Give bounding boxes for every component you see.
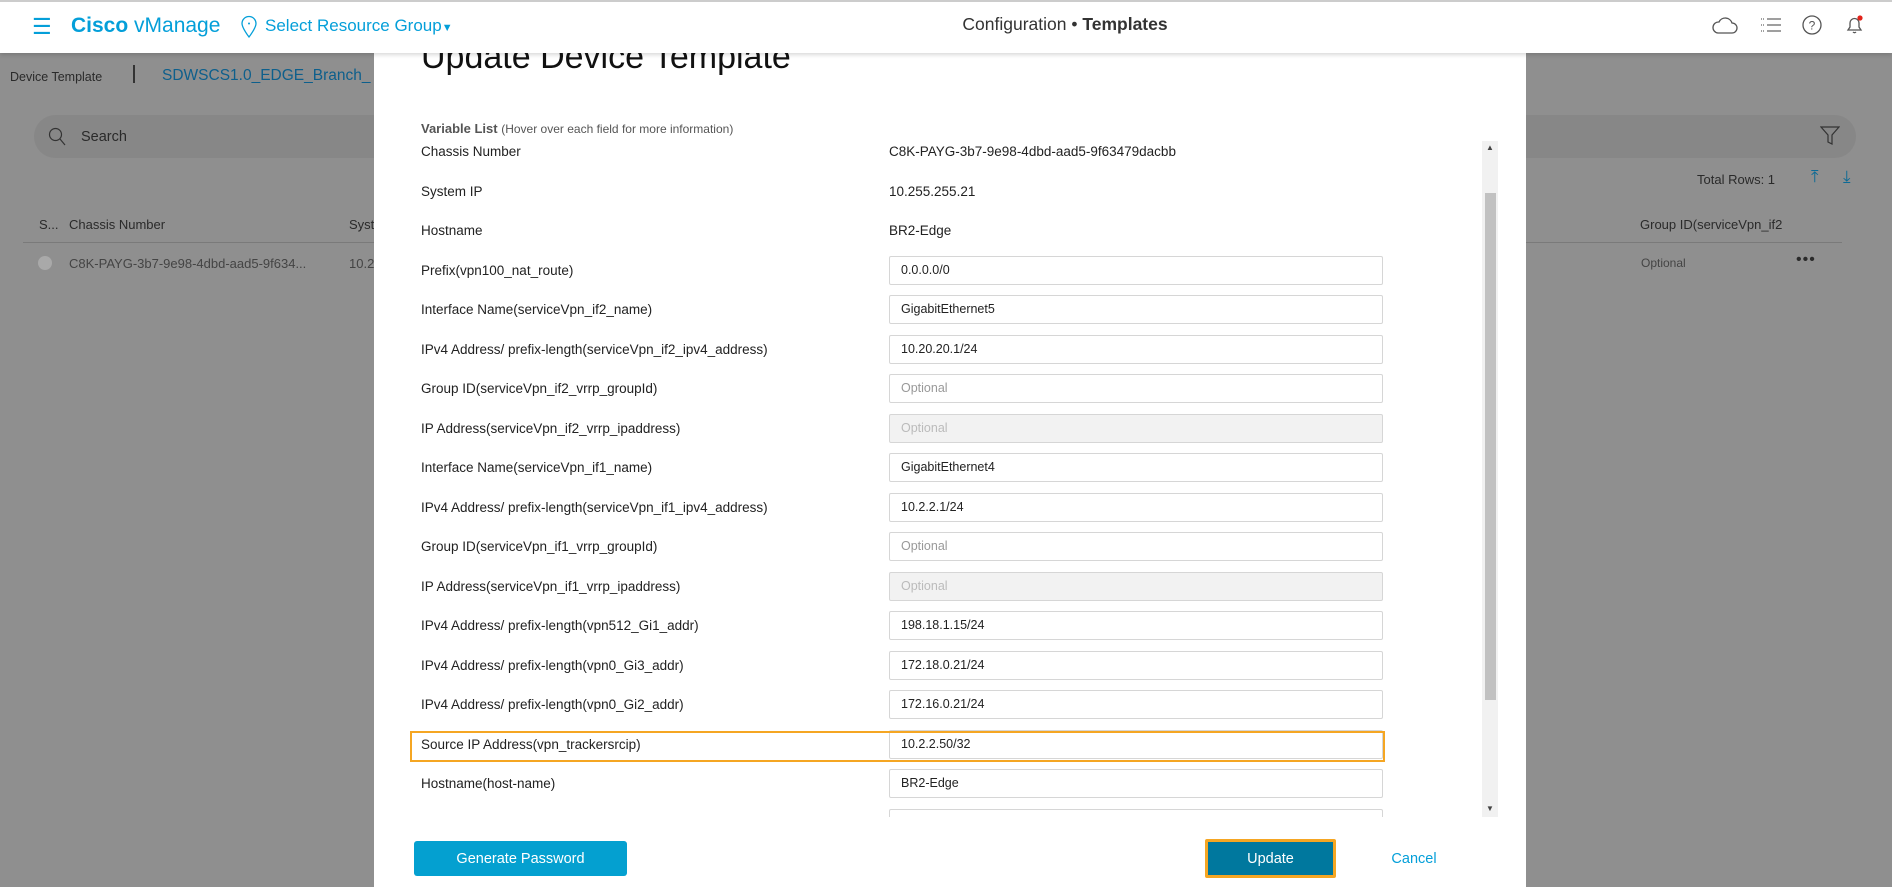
variable-row: Hostname BR2-Edge: [374, 211, 1482, 251]
scroll-up-icon[interactable]: ▲: [1486, 143, 1494, 152]
variable-input[interactable]: Optional: [889, 374, 1383, 404]
variable-row: [374, 804, 1482, 817]
variable-label: System IP: [421, 183, 483, 199]
breadcrumb-divider: [133, 65, 135, 83]
status-icon: [38, 256, 52, 270]
update-device-template-modal: Update Device Template Variable List (Ho…: [374, 53, 1526, 887]
search-icon: [48, 127, 66, 146]
variable-label: IPv4 Address/ prefix-length(serviceVpn_i…: [421, 341, 768, 357]
variable-input[interactable]: GigabitEthernet5: [889, 295, 1383, 325]
variable-row: Interface Name(serviceVpn_if1_name) Gigab…: [374, 448, 1482, 488]
variable-label: Chassis Number: [421, 144, 521, 160]
variable-label: Interface Name(serviceVpn_if1_name): [421, 460, 653, 476]
variable-row: Hostname(host-name) BR2-Edge: [374, 764, 1482, 804]
variable-value: C8K-PAYG-3b7-9e98-4dbd-aad5-9f63479dacbb: [889, 144, 1176, 160]
variable-input[interactable]: BR2-Edge: [889, 769, 1383, 799]
variable-row: IPv4 Address/ prefix-length(vpn0_Gi3_add…: [374, 646, 1482, 686]
page-title: Templates: [1082, 14, 1168, 34]
modal-title: Update Device Template: [421, 53, 791, 76]
variable-label: Group ID(serviceVpn_if1_vrrp_groupId): [421, 539, 658, 555]
variable-input: Optional: [889, 413, 1383, 443]
download-icon[interactable]: ⤓: [1843, 167, 1851, 187]
variable-row: IPv4 Address/ prefix-length(serviceVpn_i…: [374, 488, 1482, 528]
upload-icon[interactable]: ⤒: [1811, 167, 1819, 187]
variable-label: IPv4 Address/ prefix-length(vpn0_Gi3_add…: [421, 657, 684, 673]
variable-row: Interface Name(serviceVpn_if2_name) Gigab…: [374, 290, 1482, 330]
highlight-box: [410, 731, 1385, 762]
row-system-ip: 10.2: [349, 256, 375, 271]
variable-input: Optional: [889, 571, 1383, 601]
variable-label: Prefix(vpn100_nat_route): [421, 262, 574, 278]
variable-value: BR2-Edge: [889, 223, 952, 239]
variable-label: IPv4 Address/ prefix-length(vpn512_Gi1_a…: [421, 618, 699, 634]
variable-row: Group ID(serviceVpn_if2_vrrp_groupId) Opt…: [374, 369, 1482, 409]
column-header-chassis[interactable]: Chassis Number: [69, 217, 165, 232]
scroll-down-icon[interactable]: ▼: [1486, 804, 1494, 813]
top-header: ☰ Cisco vManage Select Resource Group▼ C…: [0, 0, 1892, 53]
variable-input[interactable]: 172.16.0.21/24: [889, 690, 1383, 720]
variable-label: IP Address(serviceVpn_if2_vrrp_ipaddress…: [421, 420, 681, 436]
task-list-icon[interactable]: [1761, 17, 1781, 33]
column-header-status[interactable]: S...: [39, 217, 59, 232]
variable-input[interactable]: Optional: [889, 532, 1383, 562]
variable-label: Interface Name(serviceVpn_if2_name): [421, 302, 653, 318]
variable-input[interactable]: 172.18.0.21/24: [889, 650, 1383, 680]
generate-password-button[interactable]: Generate Password: [414, 841, 627, 876]
variable-row: IPv4 Address/ prefix-length(vpn0_Gi2_add…: [374, 685, 1482, 725]
variable-row: Group ID(serviceVpn_if1_vrrp_groupId) Opt…: [374, 527, 1482, 567]
page-heading: Configuration • Templates: [962, 14, 1168, 34]
more-options-icon[interactable]: •••: [1796, 251, 1816, 269]
filter-icon[interactable]: [1820, 126, 1840, 146]
row-chassis-number[interactable]: C8K-PAYG-3b7-9e98-4dbd-aad5-9f634...: [69, 256, 306, 271]
variable-input[interactable]: 10.20.20.1/24: [889, 334, 1383, 364]
help-icon[interactable]: ?: [1802, 15, 1822, 35]
variable-label: Hostname: [421, 223, 483, 239]
variable-input[interactable]: [889, 808, 1383, 817]
variable-row: Prefix(vpn100_nat_route) 0.0.0.0/0: [374, 251, 1482, 291]
variable-row: System IP 10.255.255.21: [374, 172, 1482, 212]
column-header-system-ip[interactable]: Syst: [349, 217, 374, 232]
scrollbar[interactable]: ▲ ▼: [1482, 141, 1498, 817]
search-input[interactable]: Search: [81, 129, 127, 145]
breadcrumb-current: SDWSCS1.0_EDGE_Branch_: [162, 67, 371, 84]
variable-row: Chassis Number C8K-PAYG-3b7-9e98-4dbd-aad…: [374, 132, 1482, 172]
variable-list: Chassis Number C8K-PAYG-3b7-9e98-4dbd-aad…: [374, 132, 1482, 817]
variable-label: Hostname(host-name): [421, 776, 556, 792]
bell-icon[interactable]: [1844, 14, 1866, 36]
page-section: Configuration: [962, 14, 1067, 34]
variable-input[interactable]: 198.18.1.15/24: [889, 611, 1383, 641]
scrollbar-thumb[interactable]: [1485, 193, 1496, 700]
variable-label: IPv4 Address/ prefix-length(vpn0_Gi2_add…: [421, 697, 684, 713]
variable-value: 10.255.255.21: [889, 183, 976, 199]
variable-input[interactable]: 0.0.0.0/0: [889, 255, 1383, 285]
variable-row: IP Address(serviceVpn_if2_vrrp_ipaddress…: [374, 409, 1482, 449]
column-header-group-id[interactable]: Group ID(serviceVpn_if2: [1640, 217, 1782, 232]
svg-text:?: ?: [1809, 19, 1816, 33]
variable-row: IPv4 Address/ prefix-length(vpn512_Gi1_a…: [374, 606, 1482, 646]
variable-input[interactable]: GigabitEthernet4: [889, 453, 1383, 483]
row-group-id: Optional: [1641, 256, 1686, 270]
variable-row: IP Address(serviceVpn_if1_vrrp_ipaddress…: [374, 567, 1482, 607]
cloud-icon[interactable]: [1712, 15, 1738, 35]
variable-label: IPv4 Address/ prefix-length(serviceVpn_i…: [421, 499, 768, 515]
total-rows: Total Rows: 1: [1697, 172, 1776, 187]
breadcrumb-root[interactable]: Device Template: [10, 70, 102, 84]
update-button[interactable]: Update: [1205, 839, 1336, 878]
variable-input[interactable]: 10.2.2.1/24: [889, 492, 1383, 522]
variable-label: Group ID(serviceVpn_if2_vrrp_groupId): [421, 381, 658, 397]
variable-row: IPv4 Address/ prefix-length(serviceVpn_i…: [374, 330, 1482, 370]
cancel-button[interactable]: Cancel: [1379, 841, 1449, 876]
variable-label: IP Address(serviceVpn_if1_vrrp_ipaddress…: [421, 578, 681, 594]
